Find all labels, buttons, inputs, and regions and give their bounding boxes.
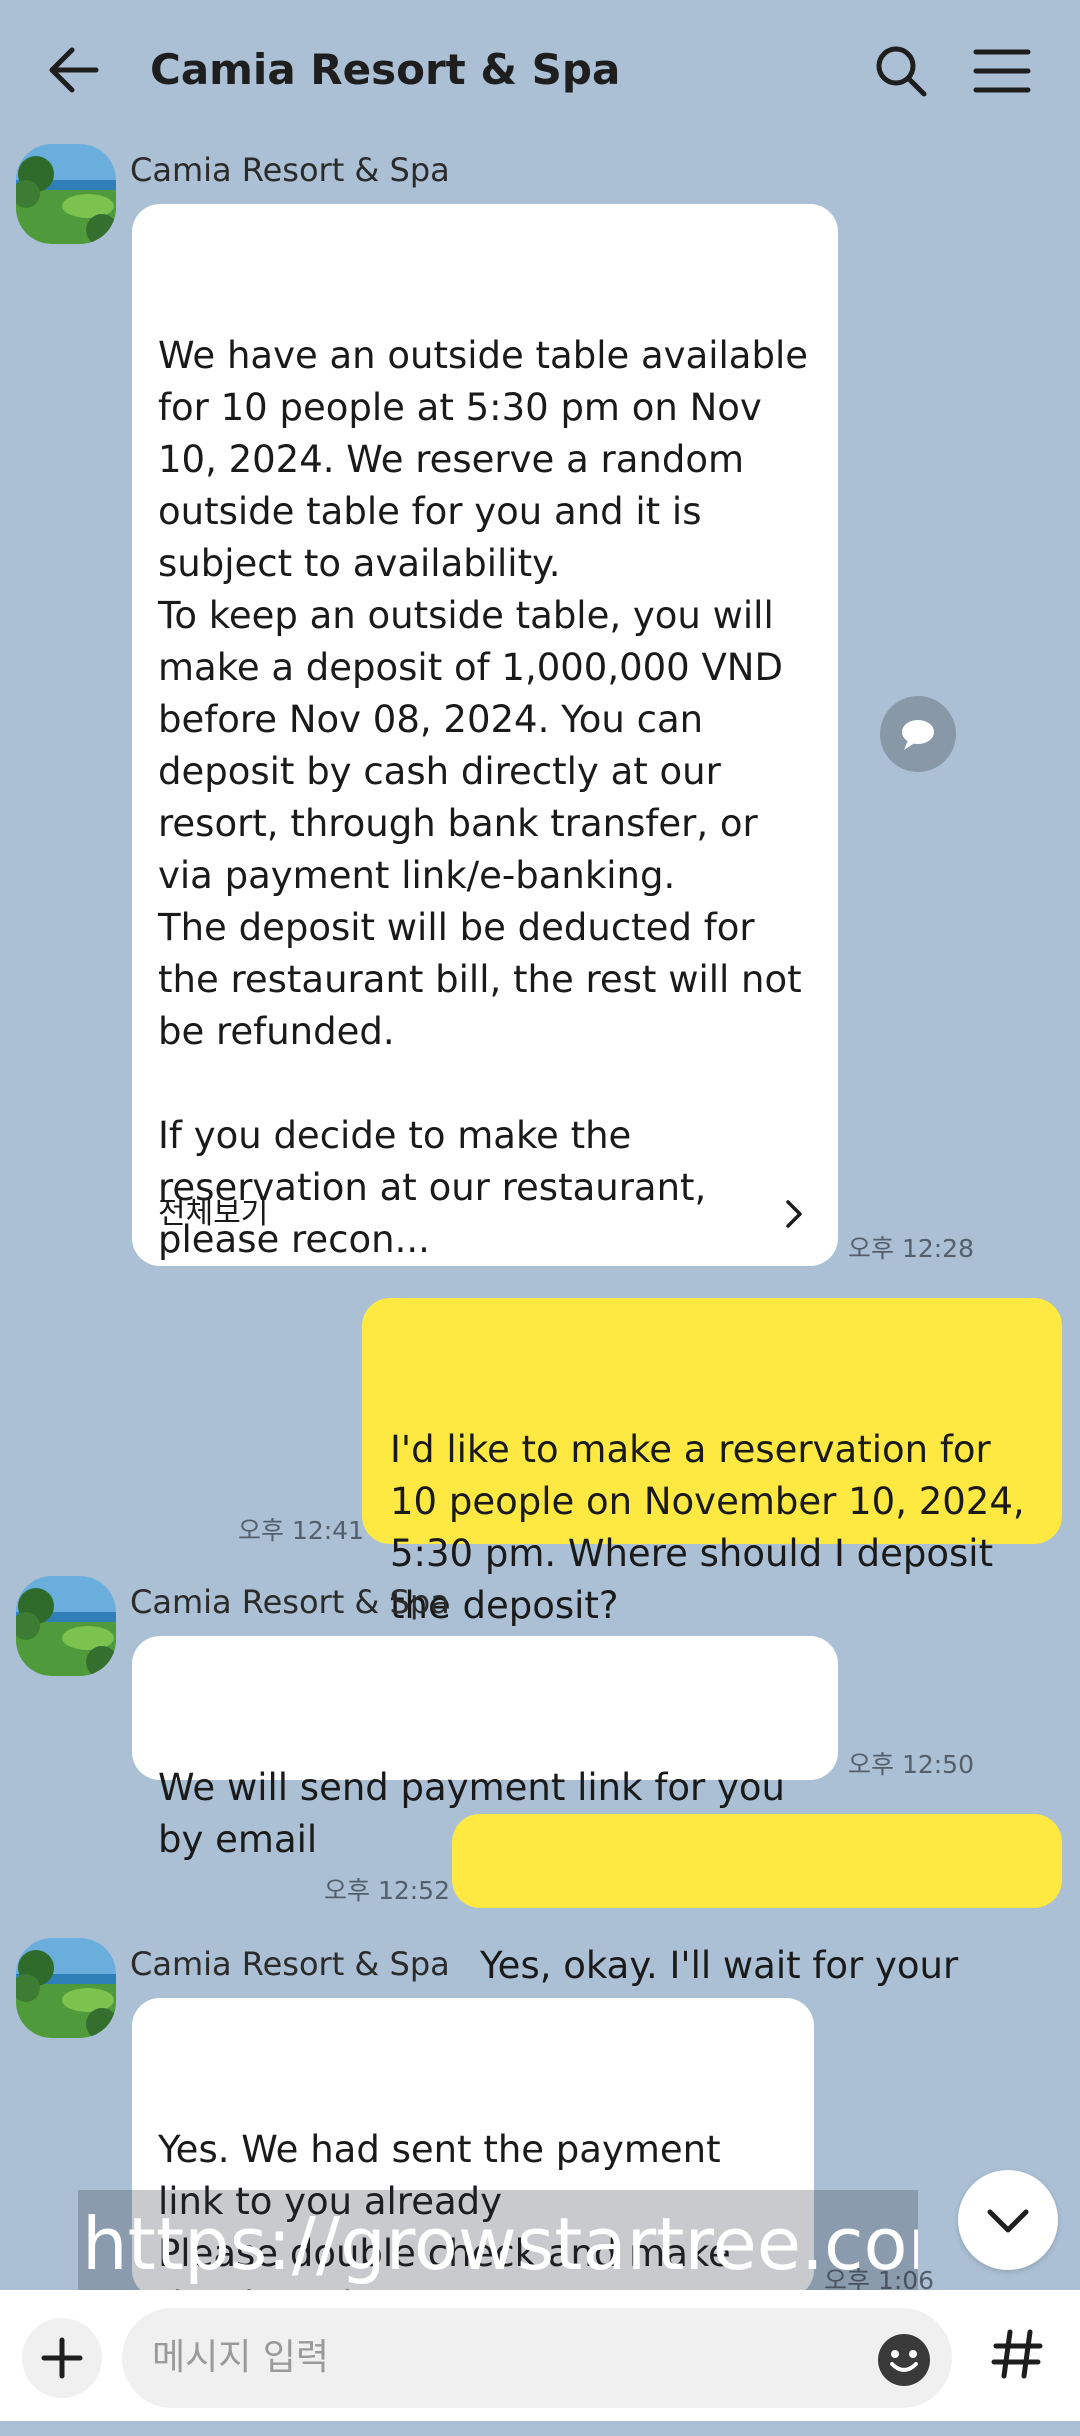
avatar[interactable] [16, 144, 116, 244]
back-arrow-icon [49, 47, 99, 93]
message-input[interactable]: 메시지 입력 [122, 2308, 952, 2408]
emoji-icon [878, 2334, 930, 2386]
message-input-bar: 메시지 입력 [0, 2290, 1080, 2421]
message-bubble[interactable]: We have an outside table available for 1… [132, 204, 838, 1266]
sender-name: Camia Resort & Spa [130, 1945, 450, 1983]
message-bubble[interactable]: We will send payment link for you by ema… [132, 1636, 838, 1861]
message-input-placeholder: 메시지 입력 [152, 2337, 330, 2378]
watermark: https://growstartree.com [78, 2190, 918, 2298]
menu-button[interactable] [966, 36, 1036, 106]
chat-header: Camia Resort & Spa [0, 0, 1080, 140]
sender-name: Camia Resort & Spa [130, 151, 450, 189]
back-button[interactable] [40, 36, 110, 106]
emoji-button[interactable] [874, 2330, 934, 2390]
see-all-button[interactable]: 전체보기 [158, 1186, 812, 1242]
avatar[interactable] [16, 1938, 116, 2038]
message-timestamp: 오후 12:52 [324, 1876, 450, 1905]
message-timestamp: 오후 12:41 [238, 1516, 364, 1545]
menu-icon [973, 49, 1031, 93]
plus-icon [41, 2337, 83, 2379]
reply-bubble-icon [902, 720, 934, 750]
hash-icon [991, 2329, 1043, 2379]
see-all-label: 전체보기 [158, 1196, 269, 1231]
message-text: We have an outside table available for 1… [158, 334, 809, 1261]
message-text: I'd like to make a reservation for 10 pe… [390, 1428, 1037, 1627]
resort-avatar-image [16, 1938, 116, 2038]
reply-bubble-button[interactable] [880, 696, 956, 772]
message-bubble[interactable]: Yes, okay. I'll wait for your email [452, 1814, 1062, 2039]
resort-avatar-image [16, 144, 116, 244]
message-timestamp: 오후 12:28 [848, 1234, 974, 1263]
hashtag-button[interactable] [978, 2314, 1058, 2394]
message-timestamp: 오후 12:50 [848, 1750, 974, 1779]
sender-name: Camia Resort & Spa [130, 1583, 450, 1621]
chevron-right-icon [786, 1200, 802, 1228]
message-bubble[interactable]: I'd like to make a reservation for 10 pe… [362, 1298, 1062, 1627]
attach-button[interactable] [22, 2318, 102, 2398]
search-icon [876, 46, 927, 97]
search-button[interactable] [866, 36, 936, 106]
scroll-to-bottom-button[interactable] [958, 2170, 1058, 2270]
resort-avatar-image [16, 1576, 116, 1676]
avatar[interactable] [16, 1576, 116, 1676]
chat-title: Camia Resort & Spa [150, 45, 621, 94]
chevron-down-icon [987, 2209, 1029, 2233]
